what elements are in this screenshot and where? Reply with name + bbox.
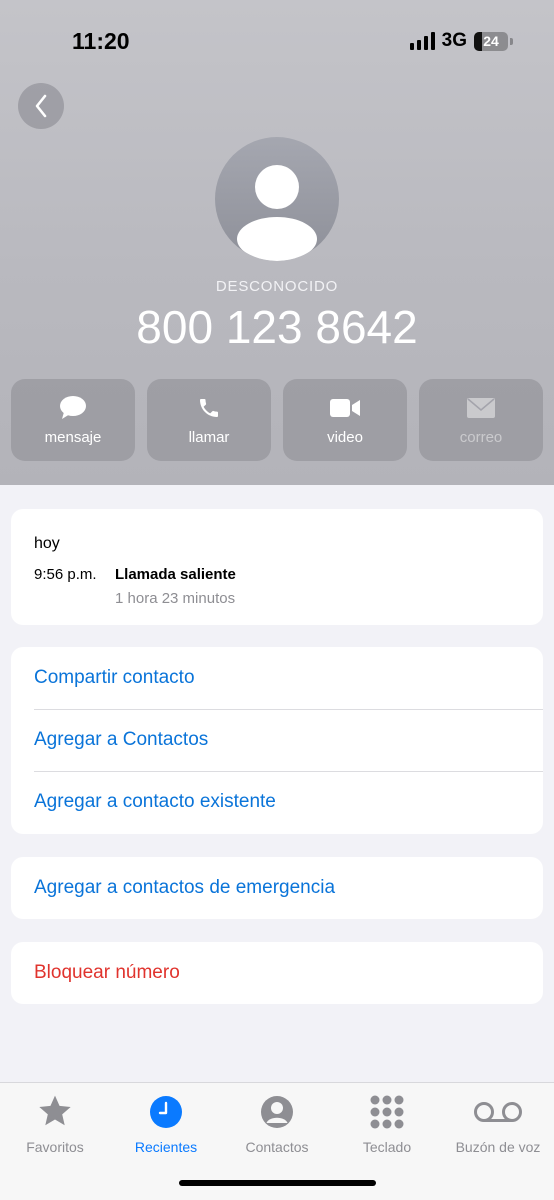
back-button[interactable] [18,83,64,129]
recent-call-time: 9:56 p.m. [34,566,97,583]
add-to-contacts-button[interactable]: Agregar a Contactos [11,709,543,771]
person-silhouette-icon [237,165,317,261]
recent-call-duration: 1 hora 23 minutos [115,590,236,607]
battery-level [474,31,483,51]
caller-number: 800 123 8642 [136,301,418,353]
contact-header: 11:20 3G 24 DESCONOCIDO 800 123 8642 men… [0,0,554,485]
status-indicators: 3G 24 [409,30,513,52]
battery-percent: 24 [483,33,499,49]
caller-label: DESCONOCIDO [215,278,339,295]
tab-contacts-label: Contactos [245,1139,309,1155]
tab-keypad[interactable]: Teclado [332,1093,442,1155]
quick-actions: mensaje llamar video correo [11,379,543,461]
recent-call-type: Llamada saliente [115,566,236,583]
person-circle-icon [261,1096,293,1128]
phone-icon [200,398,218,417]
block-card: Bloquear número [11,942,543,1004]
mail-button[interactable]: correo [419,379,543,461]
mail-label: correo [459,428,503,446]
home-indicator [179,1180,376,1186]
tab-voicemail-label: Buzón de voz [455,1139,541,1155]
block-number-button[interactable]: Bloquear número [11,942,543,1004]
video-label: video [327,428,363,446]
tab-favorites[interactable]: Favoritos [0,1093,110,1155]
contact-actions-card: Compartir contacto Agregar a Contactos A… [11,647,543,834]
emergency-card: Agregar a contactos de emergencia [11,857,543,919]
network-type: 3G [441,30,467,51]
chevron-left-icon [35,94,47,118]
battery-icon: 24 [474,31,513,51]
tab-favorites-label: Favoritos [26,1139,84,1155]
add-emergency-contact-button[interactable]: Agregar a contactos de emergencia [11,857,543,919]
tab-voicemail[interactable]: Buzón de voz [443,1093,553,1155]
tab-keypad-label: Teclado [362,1139,412,1155]
recent-call-row: 9:56 p.m. Llamada saliente [34,566,521,583]
message-label: mensaje [44,428,102,446]
video-button[interactable]: video [283,379,407,461]
call-label: llamar [188,428,230,446]
envelope-icon [467,397,495,418]
status-time: 11:20 [72,28,130,54]
call-button[interactable]: llamar [147,379,271,461]
recent-call-day: hoy [34,535,60,552]
battery-cap [510,37,513,45]
recent-call-card: hoy 9:56 p.m. Llamada saliente 1 hora 23… [11,509,543,625]
star-icon [39,1095,71,1126]
tab-recents[interactable]: Recientes [111,1093,221,1155]
contact-avatar [215,137,339,261]
tab-recents-label: Recientes [134,1139,198,1155]
clock-icon [150,1096,182,1128]
video-camera-icon [330,398,360,417]
keypad-icon [370,1095,404,1129]
voicemail-icon [474,1102,522,1122]
add-to-existing-contact-button[interactable]: Agregar a contacto existente [11,771,543,833]
cellular-signal-icon [409,32,435,50]
status-bar: 11:20 3G 24 [0,0,554,80]
tab-contacts[interactable]: Contactos [222,1093,332,1155]
message-bubble-icon [60,395,86,419]
message-button[interactable]: mensaje [11,379,135,461]
share-contact-button[interactable]: Compartir contacto [11,647,543,709]
